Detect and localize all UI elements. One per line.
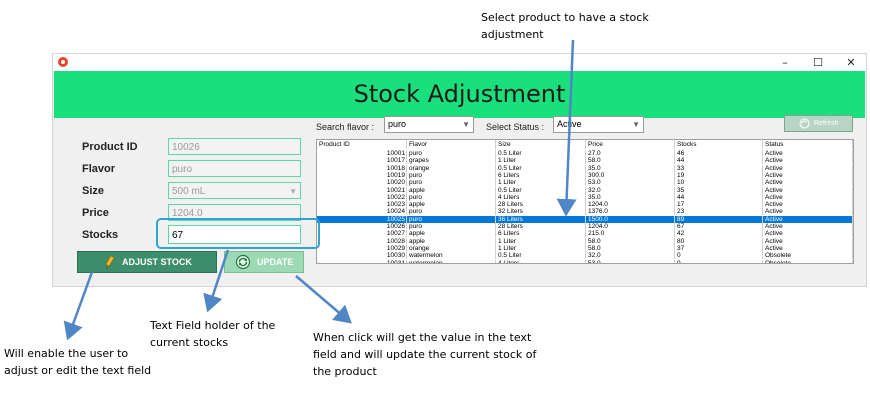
arrow-to-selected-row (556, 39, 577, 217)
arrow-to-update-note (295, 275, 352, 324)
arrow-to-adjust-note (63, 271, 94, 341)
annotation-arrows (63, 39, 577, 341)
arrow-to-text-field-note (203, 249, 230, 313)
